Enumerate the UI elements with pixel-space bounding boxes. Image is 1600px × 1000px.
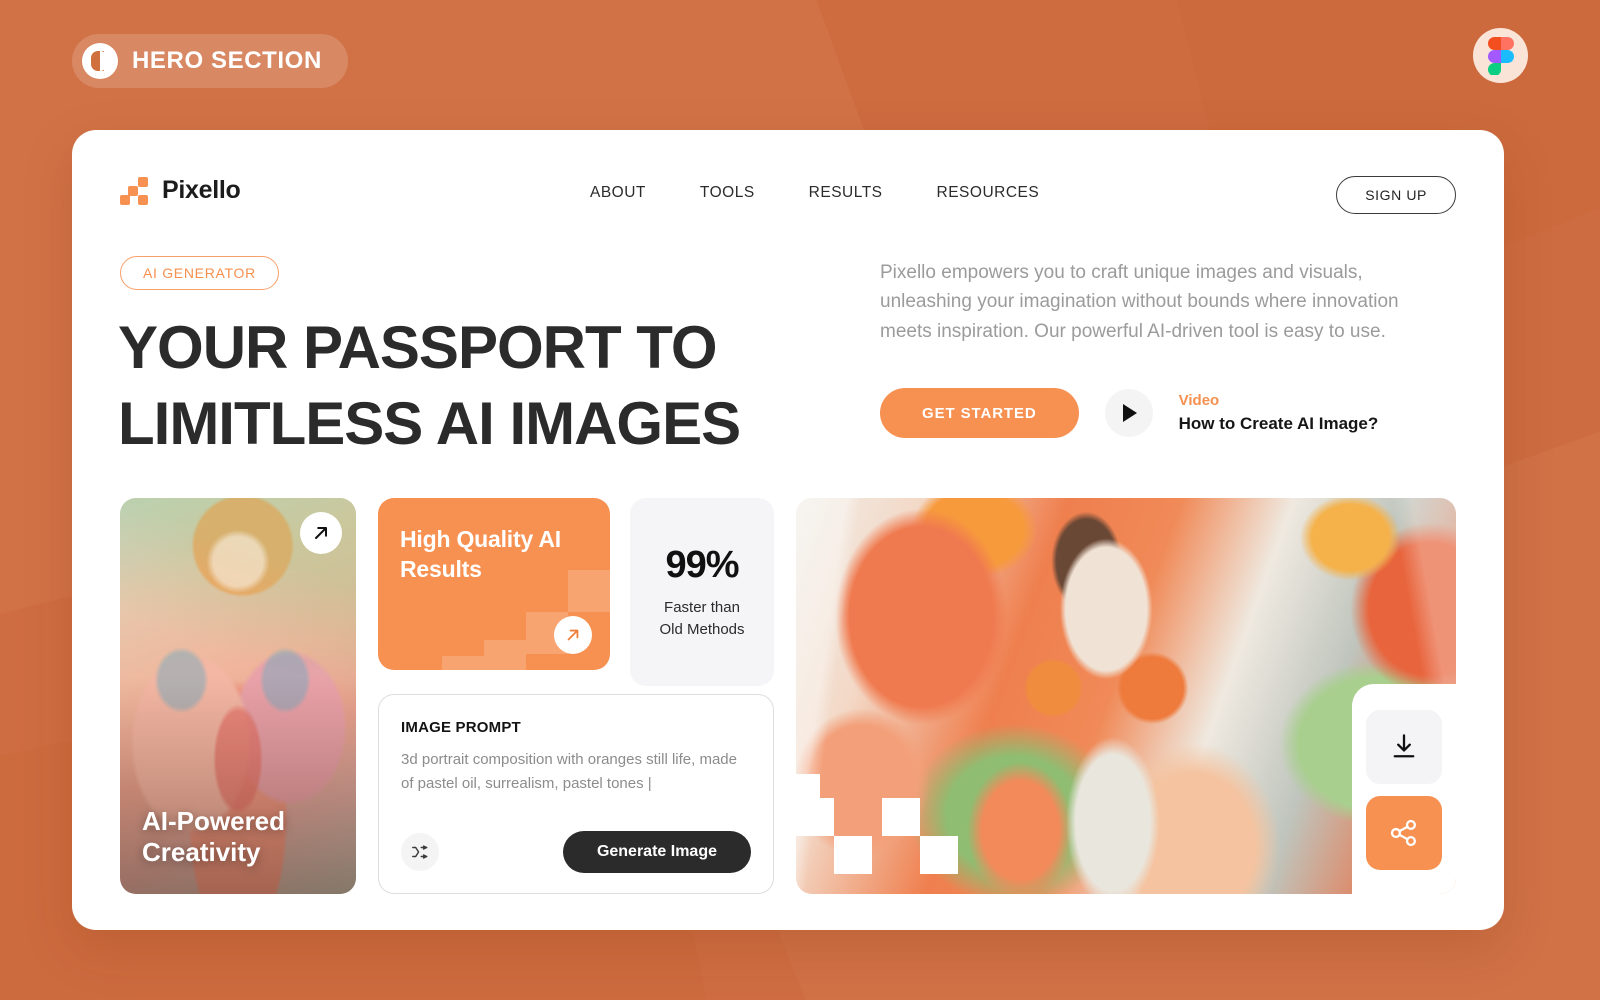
image-tools-panel [1352, 684, 1456, 894]
hero-cta-row: GET STARTED Video How to Create AI Image… [880, 388, 1378, 438]
high-quality-card[interactable]: High Quality AI Results [378, 498, 610, 670]
ai-generator-badge-label: AI GENERATOR [143, 265, 256, 281]
landing-page-card: Pixello ABOUT TOOLS RESULTS RESOURCES SI… [72, 130, 1504, 930]
arrow-up-right-icon[interactable] [554, 616, 592, 654]
stat-label-line1: Faster than [664, 599, 740, 617]
shuffle-icon[interactable] [401, 833, 439, 871]
sign-up-button[interactable]: SIGN UP [1336, 176, 1456, 214]
high-quality-card-title: High Quality AI Results [400, 526, 561, 583]
video-link[interactable]: Video How to Create AI Image? [1179, 390, 1379, 436]
nav-item-resources[interactable]: RESOURCES [937, 184, 1040, 202]
hero-result-image[interactable] [796, 498, 1456, 894]
share-icon[interactable] [1366, 796, 1442, 870]
ai-generator-badge: AI GENERATOR [120, 256, 279, 290]
pixello-circle-logo-icon [82, 43, 118, 79]
nav-item-about[interactable]: ABOUT [590, 184, 646, 202]
generate-image-button[interactable]: Generate Image [562, 831, 751, 873]
stat-label: Faster than Old Methods [659, 597, 744, 640]
hero-section-badge: HERO SECTION [72, 34, 348, 88]
ai-creativity-image-card[interactable]: AI-Powered Creativity [120, 498, 356, 894]
page-title: YOUR PASSPORT TO LIMITLESS AI IMAGES [118, 314, 741, 457]
brand-logo[interactable]: Pixello [120, 176, 241, 205]
video-kicker: Video [1178, 391, 1220, 409]
nav-links: ABOUT TOOLS RESULTS RESOURCES [590, 184, 1039, 202]
image-prompt-card: IMAGE PROMPT 3d portrait composition wit… [378, 694, 774, 894]
pixel-blocks-icon [120, 176, 150, 205]
hero-description: Pixello empowers you to craft unique ima… [880, 262, 1399, 342]
nav-item-results[interactable]: RESULTS [809, 184, 883, 202]
get-started-button[interactable]: GET STARTED [880, 388, 1079, 438]
figma-icon[interactable] [1473, 28, 1528, 83]
arrow-up-right-icon[interactable] [300, 512, 342, 554]
stat-card: 99% Faster than Old Methods [630, 498, 774, 686]
image-prompt-label: IMAGE PROMPT [401, 719, 521, 736]
hero-section-badge-label: HERO SECTION [132, 47, 322, 74]
brand-name: Pixello [162, 176, 241, 204]
site-navbar: Pixello ABOUT TOOLS RESULTS RESOURCES SI… [120, 172, 1456, 220]
showcase-row: AI-Powered Creativity High Quality AI Re… [120, 498, 1456, 900]
image-prompt-input[interactable]: 3d portrait composition with oranges sti… [401, 748, 751, 796]
play-icon[interactable] [1104, 389, 1153, 437]
download-icon[interactable] [1366, 710, 1442, 784]
stat-value: 99% [665, 544, 739, 587]
nav-item-tools[interactable]: TOOLS [700, 184, 755, 202]
video-title: How to Create AI Image? [1178, 413, 1379, 433]
image-card-caption: AI-Powered Creativity [142, 805, 286, 867]
stat-label-line2: Old Methods [659, 620, 745, 638]
image-prompt-footer: Generate Image [401, 831, 751, 873]
